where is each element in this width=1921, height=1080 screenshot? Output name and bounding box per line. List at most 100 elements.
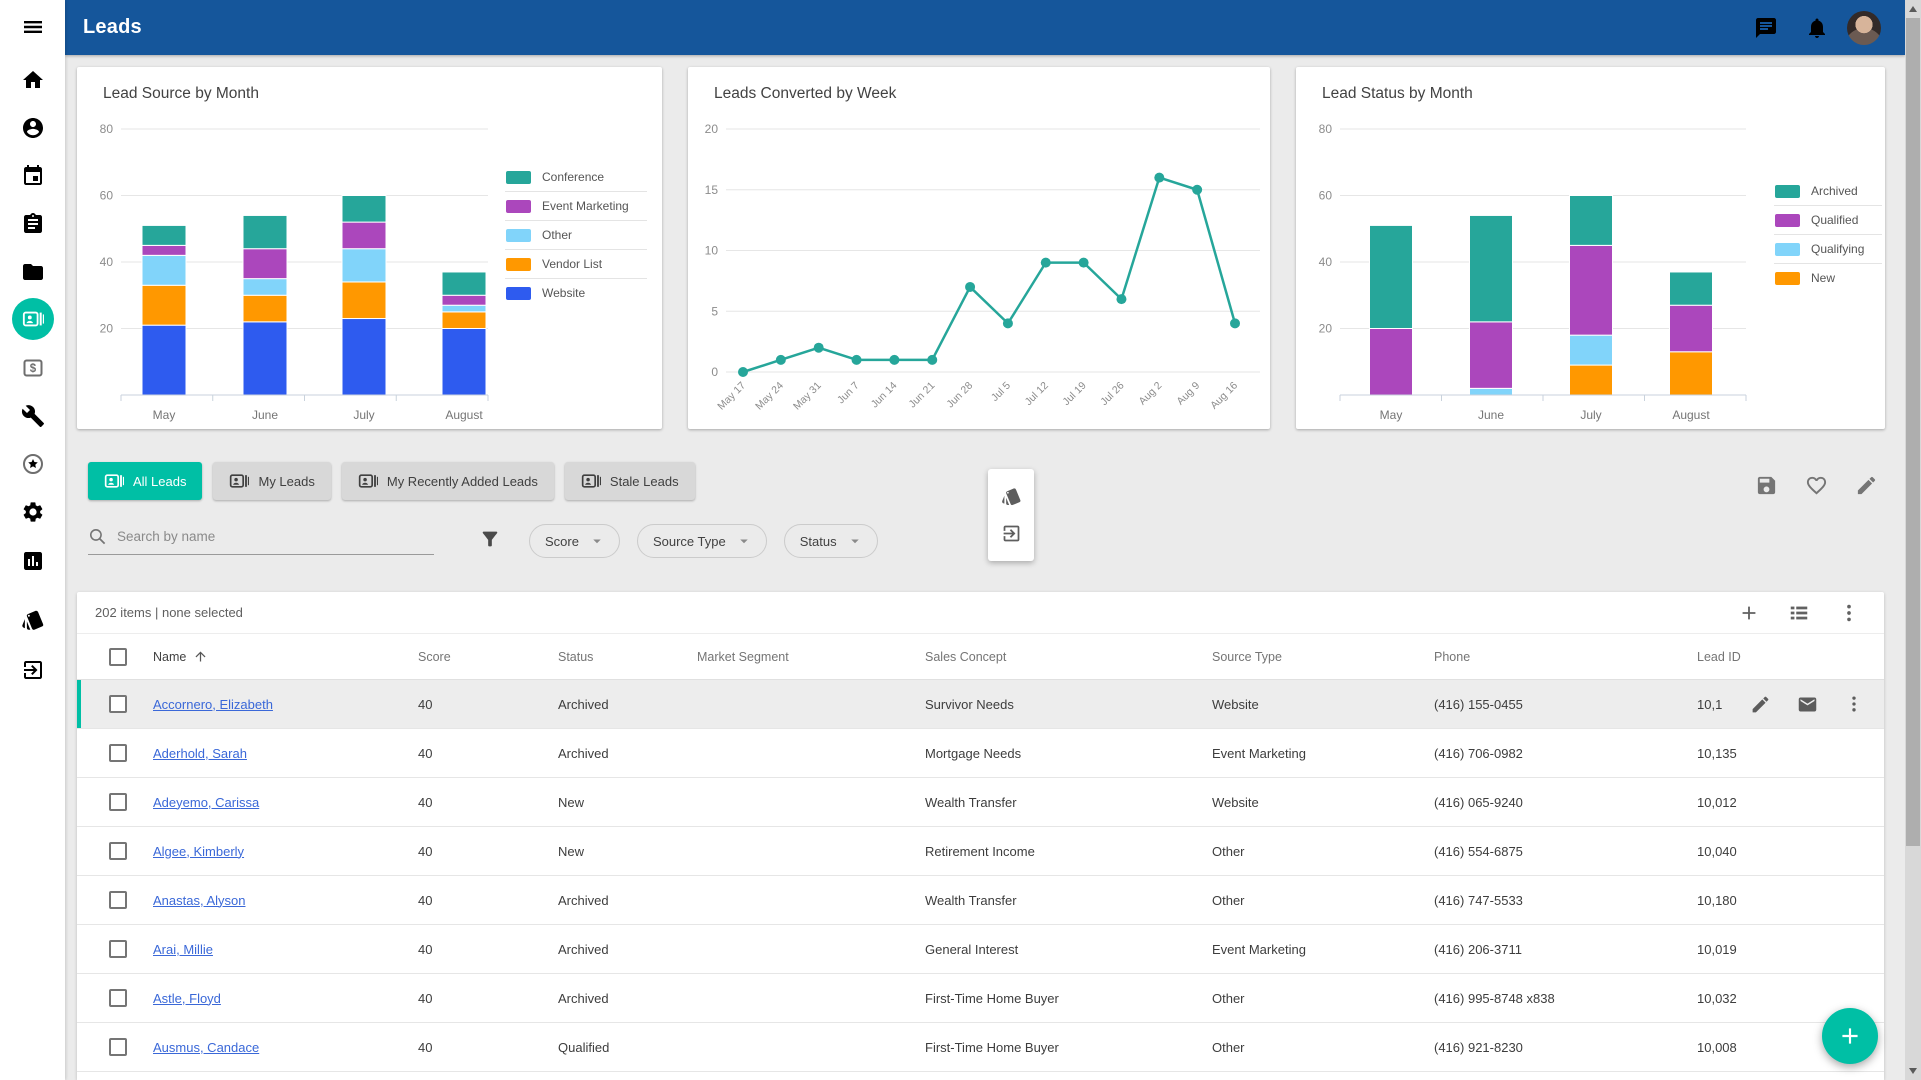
dropdown-label: Status — [800, 534, 837, 549]
legend-item-archived[interactable]: Archived — [1774, 177, 1882, 206]
row-checkbox[interactable] — [109, 793, 127, 811]
lead-name-link[interactable]: Ausmus, Candace — [153, 1040, 259, 1055]
column-header-score[interactable]: Score — [406, 650, 546, 664]
legend-item-event-marketing[interactable]: Event Marketing — [505, 192, 647, 221]
row-checkbox[interactable] — [109, 744, 127, 762]
home-icon[interactable] — [21, 68, 45, 92]
dropdown-source-type[interactable]: Source Type — [637, 524, 767, 558]
column-header-sales-concept[interactable]: Sales Concept — [913, 650, 1200, 664]
legend-item-qualified[interactable]: Qualified — [1774, 206, 1882, 235]
view-list-icon[interactable] — [1788, 602, 1810, 624]
pencil-icon[interactable] — [1750, 694, 1771, 715]
row-checkbox[interactable] — [109, 891, 127, 909]
notifications-icon[interactable] — [1805, 16, 1829, 40]
lead-name-link[interactable]: Aderhold, Sarah — [153, 746, 247, 761]
table-row[interactable]: Algee, Kimberly40NewRetirement IncomeOth… — [77, 827, 1884, 876]
leads-converted-chart-card: Leads Converted by Week 20151050May 17Ma… — [688, 67, 1270, 429]
search-input[interactable] — [117, 529, 434, 544]
cell-name: Algee, Kimberly — [141, 844, 406, 859]
filter-funnel-icon[interactable] — [479, 528, 501, 550]
cell-name: Arai, Millie — [141, 942, 406, 957]
documents-icon[interactable] — [21, 260, 45, 284]
filter-tab-my-leads[interactable]: My Leads — [213, 462, 330, 500]
chat-icon[interactable] — [1754, 16, 1778, 40]
row-checkbox[interactable] — [109, 940, 127, 958]
row-checkbox-cell — [77, 1038, 141, 1056]
save-icon[interactable] — [1755, 474, 1778, 497]
table-row[interactable]: Aderhold, Sarah40ArchivedMortgage NeedsE… — [77, 729, 1884, 778]
reports-icon[interactable] — [21, 549, 45, 573]
sidebar-item-leads-active[interactable] — [12, 298, 54, 340]
column-header-name[interactable]: Name — [141, 649, 406, 664]
menu-icon[interactable] — [21, 15, 45, 39]
scroll-up-button[interactable] — [1905, 1, 1921, 17]
export-icon[interactable] — [1001, 523, 1022, 544]
column-header-source-type[interactable]: Source Type — [1200, 650, 1422, 664]
add-icon[interactable] — [1738, 602, 1760, 624]
tags-icon[interactable] — [21, 608, 45, 632]
lead-name-link[interactable]: Astle, Floyd — [153, 991, 221, 1006]
row-checkbox-cell — [77, 793, 141, 811]
dropdown-score[interactable]: Score — [529, 524, 620, 558]
logout-icon[interactable] — [21, 658, 45, 682]
column-header-phone[interactable]: Phone — [1422, 650, 1685, 664]
select-all-checkbox[interactable] — [109, 648, 127, 666]
table-row[interactable]: Ausmus, Candace40QualifiedFirst-Time Hom… — [77, 1023, 1884, 1072]
table-row[interactable]: Accornero, Elizabeth40ArchivedSurvivor N… — [77, 680, 1884, 729]
filter-tab-all-leads[interactable]: All Leads — [88, 462, 202, 500]
cell-status: New — [546, 795, 685, 810]
calendar-icon[interactable] — [21, 164, 45, 188]
lead-id-value: 10,019 — [1697, 942, 1737, 957]
column-header-lead-id[interactable]: Lead ID — [1685, 650, 1884, 664]
row-checkbox[interactable] — [109, 695, 127, 713]
page-scrollbar[interactable] — [1905, 0, 1921, 1080]
lead-name-link[interactable]: Algee, Kimberly — [153, 844, 244, 859]
legend-swatch — [1775, 272, 1800, 285]
lead-name-link[interactable]: Arai, Millie — [153, 942, 213, 957]
scroll-down-button[interactable] — [1905, 1063, 1921, 1079]
edit-icon[interactable] — [1855, 474, 1878, 497]
table-row[interactable]: Adeyemo, Carissa40NewWealth TransferWebs… — [77, 778, 1884, 827]
column-header-status[interactable]: Status — [546, 650, 685, 664]
mail-icon[interactable] — [1797, 694, 1818, 715]
svg-text:60: 60 — [1319, 189, 1333, 203]
row-checkbox[interactable] — [109, 989, 127, 1007]
quick-add-icon[interactable] — [21, 452, 45, 476]
cell-source-type: Event Marketing — [1200, 942, 1422, 957]
svg-text:Aug 16: Aug 16 — [1208, 380, 1240, 412]
legend-item-website[interactable]: Website — [505, 279, 647, 307]
tags-action-icon[interactable] — [1001, 486, 1022, 507]
legend-item-other[interactable]: Other — [505, 221, 647, 250]
row-checkbox[interactable] — [109, 842, 127, 860]
column-header-label: Phone — [1434, 650, 1470, 664]
tools-icon[interactable] — [21, 404, 45, 428]
chart-legend: ConferenceEvent MarketingOtherVendor Lis… — [505, 163, 647, 307]
lead-name-link[interactable]: Adeyemo, Carissa — [153, 795, 259, 810]
row-checkbox[interactable] — [109, 1038, 127, 1056]
legend-item-conference[interactable]: Conference — [505, 163, 647, 192]
more-icon[interactable] — [1844, 694, 1864, 714]
filter-tab-my-recently-added-leads[interactable]: My Recently Added Leads — [342, 462, 554, 500]
lead-name-link[interactable]: Anastas, Alyson — [153, 893, 246, 908]
settings-icon[interactable] — [21, 500, 45, 524]
table-row[interactable]: Anastas, Alyson40ArchivedWealth Transfer… — [77, 876, 1884, 925]
legend-label: Qualifying — [1811, 242, 1864, 256]
scrollbar-thumb[interactable] — [1906, 18, 1920, 846]
table-row[interactable]: Astle, Floyd40ArchivedFirst-Time Home Bu… — [77, 974, 1884, 1023]
legend-item-qualifying[interactable]: Qualifying — [1774, 235, 1882, 264]
opportunities-icon[interactable] — [21, 356, 45, 380]
contacts-icon[interactable] — [21, 116, 45, 140]
filter-tab-stale-leads[interactable]: Stale Leads — [565, 462, 695, 500]
more-options-icon[interactable] — [1838, 602, 1860, 624]
favorite-icon[interactable] — [1805, 474, 1828, 497]
column-header-market-segment[interactable]: Market Segment — [685, 650, 913, 664]
legend-item-vendor-list[interactable]: Vendor List — [505, 250, 647, 279]
avatar[interactable] — [1847, 11, 1881, 45]
activities-icon[interactable] — [21, 212, 45, 236]
table-toolbar-icons — [1738, 602, 1860, 624]
table-row[interactable]: Arai, Millie40ArchivedGeneral InterestEv… — [77, 925, 1884, 974]
add-lead-fab[interactable] — [1822, 1008, 1878, 1064]
legend-item-new[interactable]: New — [1774, 264, 1882, 292]
dropdown-status[interactable]: Status — [784, 524, 878, 558]
lead-name-link[interactable]: Accornero, Elizabeth — [153, 697, 273, 712]
